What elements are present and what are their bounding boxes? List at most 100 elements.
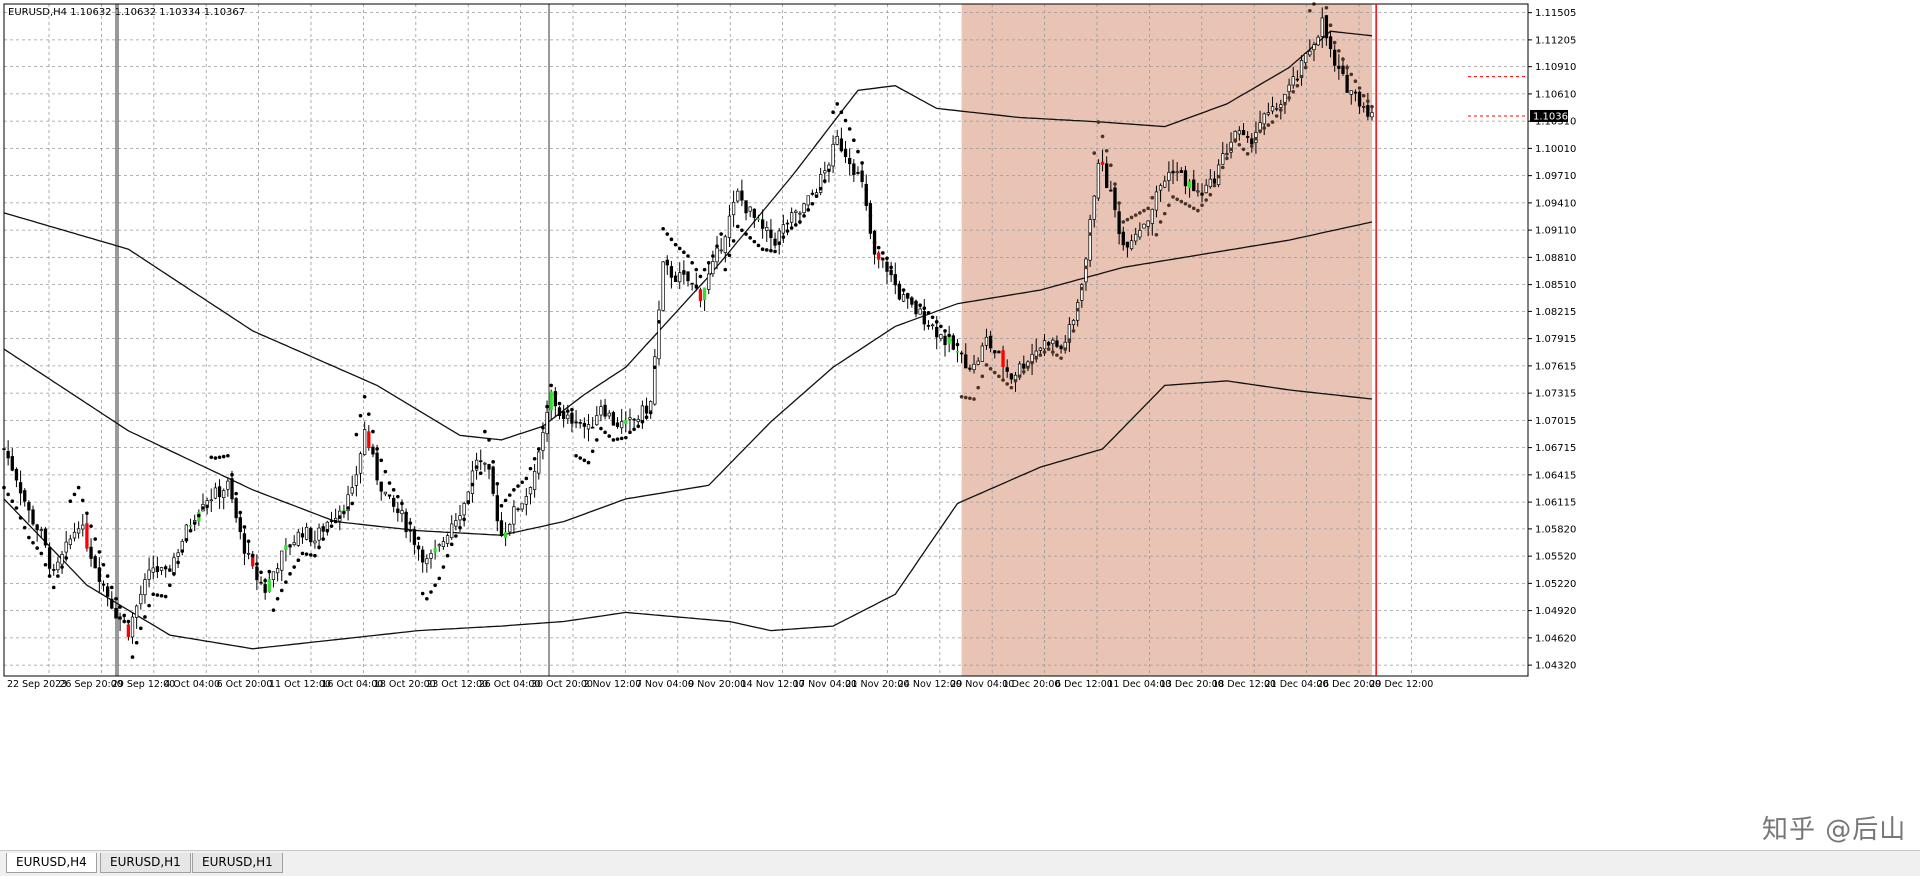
candle-body-319 xyxy=(1324,15,1329,39)
candle-body-193 xyxy=(802,203,806,213)
candle-body-290 xyxy=(1204,184,1208,194)
sar-dot-6 xyxy=(27,535,31,540)
candle-28 xyxy=(118,612,122,632)
candle-body-329 xyxy=(1366,105,1370,117)
sar-dot-114 xyxy=(474,465,479,469)
sar-dot-139 xyxy=(578,456,583,460)
sar-dot-171 xyxy=(711,254,715,258)
candle-105 xyxy=(437,543,441,552)
candle-body-328 xyxy=(1362,106,1366,108)
candle-body-30 xyxy=(126,624,131,638)
sar-dot-8 xyxy=(35,546,39,550)
candle-body-214 xyxy=(889,269,893,276)
candle-body-306 xyxy=(1270,106,1275,112)
sar-dot-245 xyxy=(1017,374,1022,379)
candle-84 xyxy=(350,475,354,497)
sar-dot-274 xyxy=(1138,211,1142,215)
candle-133 xyxy=(553,387,557,417)
candle-body-69 xyxy=(288,544,292,548)
candle-body-171 xyxy=(711,261,715,275)
candle-body-283 xyxy=(1175,171,1179,174)
candle-16 xyxy=(68,534,72,550)
sar-dot-66 xyxy=(275,597,280,601)
sar-dot-271 xyxy=(1125,217,1130,222)
candle-body-288 xyxy=(1196,190,1200,193)
sar-dot-292 xyxy=(1212,183,1217,188)
sar-dot-80 xyxy=(333,519,338,524)
sar-dot-202 xyxy=(839,110,844,115)
candle-body-291 xyxy=(1208,178,1212,188)
candle-body-245 xyxy=(1017,363,1022,377)
candle-162 xyxy=(673,271,678,283)
candle-body-251 xyxy=(1042,340,1047,350)
candle-body-104 xyxy=(433,548,437,553)
candle-body-70 xyxy=(292,542,296,545)
sar-dot-313 xyxy=(1299,74,1304,79)
candle-body-275 xyxy=(1142,223,1146,229)
sar-dot-107 xyxy=(445,553,450,558)
sar-dot-210 xyxy=(872,240,877,245)
candle-35 xyxy=(147,557,151,588)
candle-body-16 xyxy=(68,538,72,546)
candle-body-205 xyxy=(852,163,856,176)
tab-eurusd-h4[interactable]: EURUSD,H4 xyxy=(6,853,97,873)
sar-dot-240 xyxy=(997,374,1001,379)
y-tick-label-13: 1.07615 xyxy=(1535,361,1576,372)
sar-dot-234 xyxy=(972,397,976,401)
sar-dot-108 xyxy=(449,542,454,547)
tab-eurusd-h1[interactable]: EURUSD,H1 xyxy=(100,853,191,873)
price-chart[interactable]: 1.115051.112051.109101.106101.103101.100… xyxy=(0,0,1920,875)
candle-body-12 xyxy=(52,569,56,571)
candle-145 xyxy=(603,398,607,420)
sar-dot-7 xyxy=(31,541,35,545)
candle-127 xyxy=(528,486,533,505)
sar-dot-322 xyxy=(1337,49,1341,53)
sar-dot-98 xyxy=(408,521,413,525)
candle-body-271 xyxy=(1125,241,1130,248)
candle-54 xyxy=(226,477,230,497)
sar-dot-308 xyxy=(1279,108,1283,112)
candle-209 xyxy=(868,200,873,240)
x-tick-label-20: 6 Dec 12:00 xyxy=(1055,679,1113,690)
candle-body-223 xyxy=(926,325,931,327)
candle-156 xyxy=(649,400,653,419)
candle-body-182 xyxy=(756,218,761,220)
sar-dot-17 xyxy=(72,492,77,497)
candle-67 xyxy=(280,550,284,581)
candle-78 xyxy=(325,520,329,536)
candle-body-42 xyxy=(176,552,180,557)
sar-dot-261 xyxy=(1084,265,1088,270)
candle-body-149 xyxy=(620,421,624,429)
candle-body-85 xyxy=(354,474,359,486)
candle-body-126 xyxy=(524,496,528,505)
sar-dot-20 xyxy=(85,511,89,516)
sar-dot-251 xyxy=(1042,350,1047,354)
y-tick-label-7: 1.09410 xyxy=(1535,198,1576,209)
sar-dot-224 xyxy=(930,315,935,320)
sar-dot-258 xyxy=(1071,329,1076,333)
candle-body-262 xyxy=(1088,219,1092,261)
candle-body-138 xyxy=(574,421,578,424)
candle-25 xyxy=(105,582,110,607)
candle-body-20 xyxy=(85,523,89,549)
candle-164 xyxy=(682,260,686,285)
candle-34 xyxy=(143,573,147,604)
sar-dot-204 xyxy=(847,127,852,131)
candle-body-207 xyxy=(860,170,864,182)
sar-dot-14 xyxy=(60,565,64,569)
sar-dot-307 xyxy=(1274,114,1279,118)
candle-body-267 xyxy=(1109,189,1113,192)
candle-148 xyxy=(615,417,620,429)
highlight-rect xyxy=(961,4,1372,676)
candle-93 xyxy=(387,494,392,500)
candle-body-177 xyxy=(736,190,740,202)
candle-144 xyxy=(599,399,603,422)
sar-dot-87 xyxy=(362,394,367,399)
sar-dot-208 xyxy=(864,187,869,192)
tab-eurusd-h1-second[interactable]: EURUSD,H1 xyxy=(192,853,283,873)
sar-dot-47 xyxy=(197,513,201,518)
candle-body-261 xyxy=(1084,258,1088,283)
candle-body-231 xyxy=(959,352,964,355)
sar-dot-216 xyxy=(897,283,902,288)
sar-dot-27 xyxy=(114,597,118,601)
